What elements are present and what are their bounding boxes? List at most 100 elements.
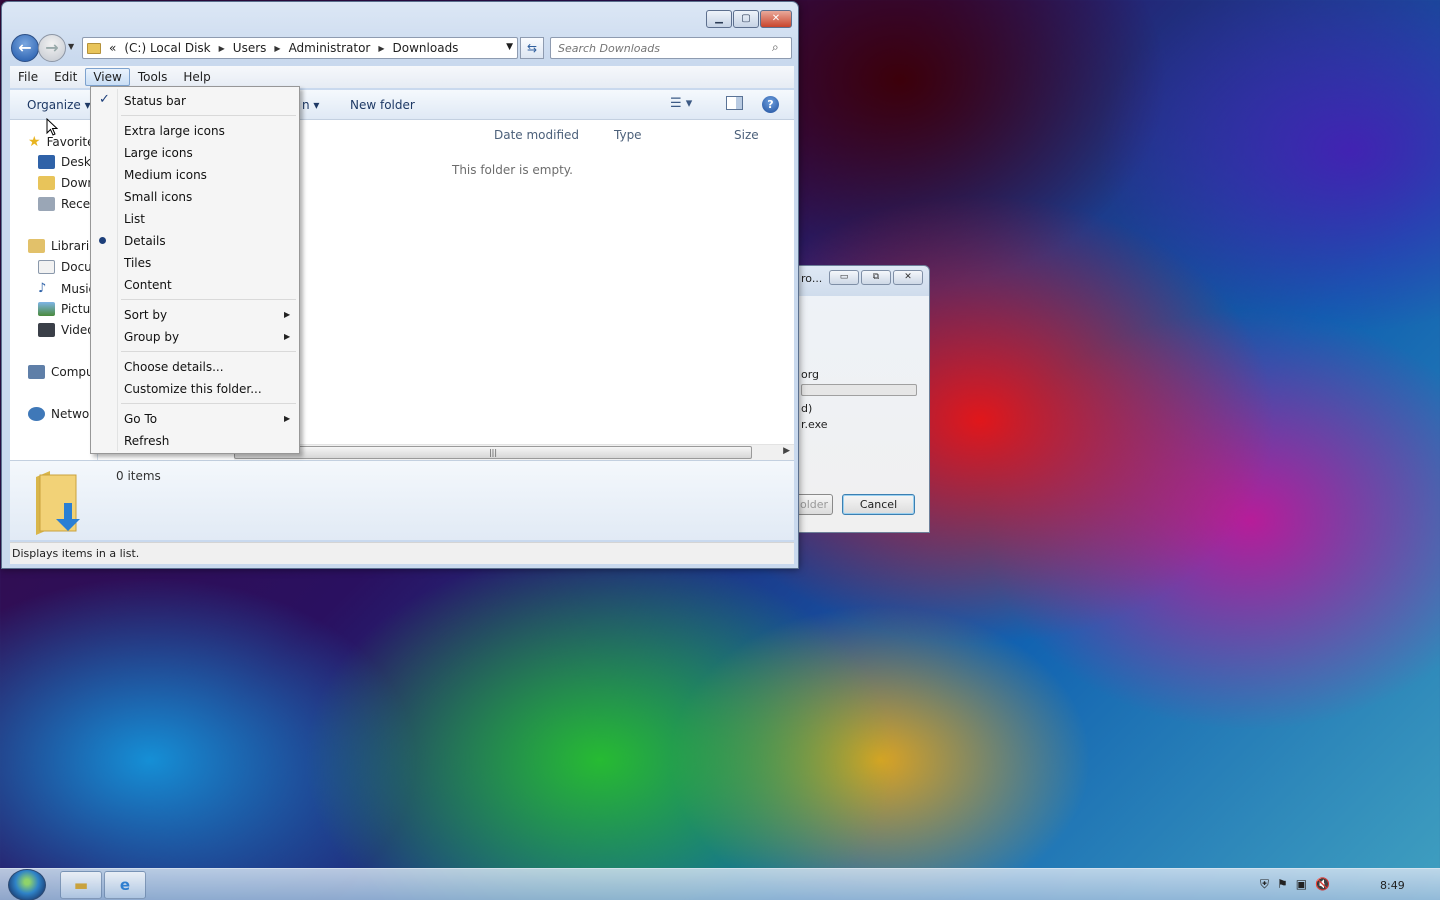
close-button[interactable]: ✕ — [760, 10, 792, 28]
nav-label: Docu — [61, 260, 92, 274]
change-view-icon[interactable]: ☰ ▾ — [670, 96, 692, 111]
menuitem-extra-large-icons[interactable]: Extra large icons — [124, 124, 225, 138]
nav-recent[interactable]: Recen — [38, 197, 97, 211]
status-bar: Displays items in a list. — [10, 542, 794, 564]
preview-pane-icon[interactable] — [726, 96, 743, 110]
items-count: 0 items — [116, 469, 161, 483]
star-icon: ★ — [28, 134, 41, 150]
breadcrumb-administrator[interactable]: Administrator — [289, 41, 371, 55]
nav-computer[interactable]: Compu — [28, 365, 94, 379]
back-button[interactable]: ← — [11, 34, 39, 62]
nav-downloads[interactable]: Down — [38, 176, 95, 190]
breadcrumb-local-disk[interactable]: (C:) Local Disk — [124, 41, 210, 55]
menuitem-status-bar[interactable]: Status bar — [124, 94, 186, 108]
dialog-text-1: org — [801, 368, 820, 381]
minimize-button[interactable]: ▁ — [706, 10, 732, 28]
music-icon: ♪ — [38, 281, 47, 296]
volume-muted-icon[interactable]: 🔇 — [1315, 877, 1330, 892]
partial-command-button[interactable]: n ▾ — [302, 98, 319, 112]
radio-bullet-icon — [99, 237, 106, 244]
maximize-button[interactable]: ▢ — [733, 10, 759, 28]
forward-button[interactable]: → — [38, 34, 66, 62]
column-type[interactable]: Type — [614, 128, 642, 142]
dialog-cancel-button[interactable]: Cancel — [842, 494, 915, 515]
horizontal-scrollbar[interactable]: ||| ▶ — [234, 444, 794, 460]
dialog-maximize-button[interactable]: ⧉ — [861, 270, 891, 285]
folder-icon: ▬ — [73, 876, 89, 894]
menuitem-choose-details[interactable]: Choose details... — [124, 360, 224, 374]
menuitem-medium-icons[interactable]: Medium icons — [124, 168, 207, 182]
breadcrumb-separator-icon[interactable]: ▶ — [378, 44, 384, 53]
dialog-minimize-button[interactable]: ▭ — [829, 270, 859, 285]
menu-separator — [121, 403, 296, 404]
mouse-cursor-icon — [46, 118, 58, 136]
window-caption-buttons: ▁ ▢ ✕ — [706, 10, 792, 28]
clock[interactable]: 8:49 — [1380, 879, 1405, 892]
refresh-icon: ⇆ — [526, 41, 538, 55]
recent-pages-dropdown-icon[interactable]: ▼ — [68, 42, 74, 51]
nav-libraries[interactable]: Librarie — [28, 239, 97, 253]
internet-explorer-icon: e — [119, 876, 131, 894]
menu-tools[interactable]: Tools — [130, 68, 176, 86]
details-pane: 0 items — [10, 460, 794, 540]
nav-videos[interactable]: Video — [38, 323, 95, 337]
nav-pictures[interactable]: Pictur — [38, 302, 95, 316]
menuitem-refresh[interactable]: Refresh — [124, 434, 169, 448]
dialog-close-button[interactable]: ✕ — [893, 270, 923, 285]
column-date-modified[interactable]: Date modified — [494, 128, 579, 142]
empty-folder-message: This folder is empty. — [452, 163, 573, 177]
organize-button[interactable]: Organize ▾ — [27, 98, 91, 112]
breadcrumb-separator-icon[interactable]: ▶ — [274, 44, 280, 53]
taskbar-ie-button[interactable]: e — [104, 871, 146, 899]
menuitem-go-to[interactable]: Go To — [124, 412, 157, 426]
downloads-folder-icon — [38, 176, 55, 190]
action-center-flag-icon[interactable]: ⚑ — [1277, 877, 1288, 892]
menuitem-content[interactable]: Content — [124, 278, 172, 292]
search-input[interactable] — [550, 37, 792, 59]
menu-edit[interactable]: Edit — [46, 68, 85, 86]
network-tray-icon[interactable]: ▣ — [1296, 877, 1307, 892]
nav-favorites[interactable]: ★ Favorite — [28, 134, 95, 150]
menuitem-group-by[interactable]: Group by — [124, 330, 179, 344]
scroll-right-arrow-icon[interactable]: ▶ — [783, 446, 790, 456]
breadcrumb-downloads[interactable]: Downloads — [393, 41, 459, 55]
taskbar-explorer-button[interactable]: ▬ — [60, 871, 102, 899]
breadcrumb-users[interactable]: Users — [233, 41, 267, 55]
address-bar[interactable]: « (C:) Local Disk ▶ Users ▶ Administrato… — [82, 37, 518, 59]
nav-label: Favorite — [46, 135, 95, 149]
menu-help[interactable]: Help — [175, 68, 218, 86]
submenu-arrow-icon: ▶ — [284, 332, 291, 341]
refresh-button[interactable]: ⇆ — [520, 37, 544, 59]
menuitem-sort-by[interactable]: Sort by — [124, 308, 167, 322]
security-icon[interactable]: ⛨ — [1260, 877, 1269, 892]
menu-view[interactable]: View — [85, 68, 130, 86]
menuitem-large-icons[interactable]: Large icons — [124, 146, 193, 160]
menu-file[interactable]: File — [10, 68, 46, 86]
breadcrumb-separator-icon[interactable]: ▶ — [219, 44, 225, 53]
folder-icon — [87, 42, 101, 54]
menuitem-details[interactable]: Details — [124, 234, 166, 248]
menuitem-list[interactable]: List — [124, 212, 145, 226]
scrollbar-thumb[interactable]: ||| — [234, 446, 752, 459]
nav-documents[interactable]: Docu — [38, 260, 92, 274]
checkmark-icon: ✓ — [99, 92, 110, 107]
help-icon[interactable]: ? — [762, 96, 779, 113]
new-folder-button[interactable]: New folder — [350, 98, 415, 112]
start-button[interactable] — [8, 869, 46, 900]
submenu-arrow-icon: ▶ — [284, 310, 291, 319]
address-dropdown-icon[interactable]: ▼ — [506, 42, 513, 52]
nav-network[interactable]: Networ — [28, 407, 94, 421]
menuitem-tiles[interactable]: Tiles — [124, 256, 151, 270]
search-icon[interactable]: ⌕ — [772, 40, 779, 55]
address-overflow-chevron[interactable]: « — [109, 41, 116, 55]
nav-music[interactable]: ♪ Music — [38, 281, 95, 296]
libraries-icon — [28, 239, 45, 253]
nav-desktop[interactable]: Deskt — [38, 155, 96, 169]
dialog-text-2: d) — [801, 402, 813, 415]
menuitem-small-icons[interactable]: Small icons — [124, 190, 192, 204]
menuitem-customize-folder[interactable]: Customize this folder... — [124, 382, 262, 396]
forward-arrow-icon: → — [45, 38, 59, 57]
dialog-open-folder-button[interactable]: older — [795, 494, 833, 515]
column-size[interactable]: Size — [734, 128, 759, 142]
menu-separator — [121, 299, 296, 300]
